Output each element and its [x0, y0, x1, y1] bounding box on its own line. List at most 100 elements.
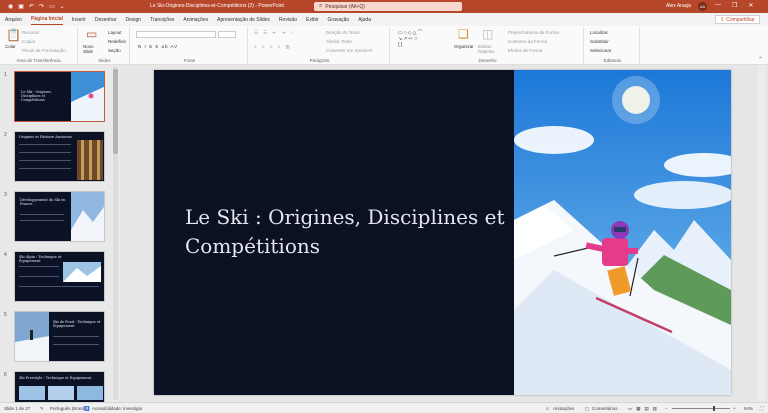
tab-animacoes[interactable]: Animações — [183, 15, 208, 25]
tab-desenhar[interactable]: Desenhar — [95, 15, 117, 25]
slides-group: ▭ Novo Slide Layout Redefinir Seção Slid… — [80, 27, 130, 64]
arrange-icon[interactable]: ❏ — [458, 28, 469, 40]
undo-icon[interactable]: ↶ — [29, 4, 34, 10]
text-direction-button[interactable]: Direção do Texto — [326, 30, 360, 35]
fit-slide-icon[interactable]: ⛶ — [760, 406, 763, 411]
zoom-slider[interactable] — [672, 406, 730, 411]
close-icon[interactable]: ✕ — [748, 2, 753, 9]
tab-design[interactable]: Design — [126, 15, 142, 25]
quick-styles-icon[interactable]: ◫ — [482, 28, 493, 40]
tab-inserir[interactable]: Inserir — [72, 15, 86, 25]
new-slide-button[interactable]: Novo Slide — [83, 44, 97, 54]
customize-icon[interactable]: ⌄ — [60, 4, 65, 10]
share-button[interactable]: ⇪ Compartilhar — [715, 15, 760, 24]
comments-button[interactable]: Comentários — [592, 406, 618, 411]
window-controls: — ❐ ✕ — [715, 2, 753, 9]
font-name-field[interactable] — [136, 31, 216, 38]
tab-ajuda[interactable]: Ajuda — [358, 15, 371, 25]
select-button[interactable]: Selecionar — [590, 48, 611, 53]
align-text-button[interactable]: Alinhar Texto — [326, 39, 352, 44]
list-buttons[interactable]: ☰ ☰ ⇤ ⇥ ↕ — [254, 30, 295, 36]
thumbnail-number: 6 — [4, 372, 7, 378]
thumbnail-title: Le Ski : Origines, Disciplines et Compét… — [21, 90, 52, 102]
scrollbar-handle[interactable] — [113, 69, 118, 154]
convert-smartart-button[interactable]: Converter em SmartArt — [326, 48, 372, 53]
present-icon[interactable]: ▭ — [49, 4, 55, 10]
format-painter-button[interactable]: Pincel de Formatação — [22, 48, 66, 53]
accessibility-icon[interactable]: ♿ — [84, 406, 90, 412]
slide-thumbnail-4[interactable]: Ski Alpin : Technique et Équipement — [14, 251, 105, 302]
thumbnail-title: Développement du Ski en France — [20, 198, 66, 206]
thumbnail-image — [77, 140, 103, 180]
cut-button[interactable]: Recortar — [22, 30, 39, 35]
slide-thumbnail-1[interactable]: Le Ski : Origines, Disciplines et Compét… — [14, 71, 105, 122]
text-line — [20, 214, 64, 215]
notes-button[interactable]: Anotações — [553, 406, 574, 411]
shape-fill-button[interactable]: Preenchimento da Forma — [508, 30, 559, 35]
shapes-gallery[interactable]: ▭○◇△⌒↘↗⇨☆{} — [398, 30, 424, 48]
drawing-group: ▭○◇△⌒↘↗⇨☆{} ❏ Organizar ◫ Estilos Rápido… — [392, 27, 584, 64]
text-line — [19, 286, 99, 287]
tab-exibir[interactable]: Exibir — [306, 15, 319, 25]
thumbnail-number: 5 — [4, 312, 7, 318]
slide-thumbnail-2[interactable]: Origines et Histoire Ancienne — [14, 131, 105, 182]
quick-styles-button[interactable]: Estilos Rápidos — [478, 44, 498, 54]
slide-thumbnail-3[interactable]: Développement du Ski en France — [14, 191, 105, 242]
autosave-icon[interactable]: ◉ — [8, 4, 13, 10]
skier-image[interactable] — [514, 70, 731, 395]
editing-group: Localizar Substituir Selecionar Editando — [586, 27, 640, 64]
slide-thumbnail-6[interactable]: Ski Freestyle : Technique et Équipement — [14, 371, 105, 402]
save-icon[interactable]: ▣ — [18, 4, 24, 10]
find-button[interactable]: Localizar — [590, 30, 608, 35]
zoom-in-icon[interactable]: + — [733, 406, 736, 411]
tab-apresentacao[interactable]: Apresentação de Slides — [217, 15, 270, 25]
ribbon: 📋 Colar Recortar Copiar Pincel de Format… — [0, 26, 768, 65]
align-buttons[interactable]: ≡ ≡ ≡ ≡ ▥ — [254, 44, 292, 50]
user-name[interactable]: Alex Araujo — [666, 3, 691, 9]
slide-title[interactable]: Le Ski : Origines, Disciplines et Compét… — [185, 203, 505, 261]
redo-icon[interactable]: ↷ — [39, 4, 44, 10]
layout-button[interactable]: Layout — [108, 30, 122, 35]
avatar[interactable]: AA — [698, 2, 707, 11]
text-line — [19, 168, 71, 169]
new-slide-icon[interactable]: ▭ — [86, 28, 97, 40]
zoom-slider-knob[interactable] — [713, 406, 715, 411]
slide-thumbnail-5[interactable]: Ski de Fond : Technique et Équipement — [14, 311, 105, 362]
replace-button[interactable]: Substituir — [590, 39, 609, 44]
tab-arquivo[interactable]: Arquivo — [5, 15, 22, 25]
search-icon: ⌕ — [319, 3, 323, 9]
arrange-button[interactable]: Organizar — [454, 44, 474, 49]
zoom-out-icon[interactable]: − — [665, 406, 668, 411]
tab-transicoes[interactable]: Transições — [150, 15, 174, 25]
copy-button[interactable]: Copiar — [22, 39, 35, 44]
comments-icon[interactable]: ▢ — [585, 406, 589, 412]
thumbnails-scrollbar[interactable] — [113, 67, 118, 400]
thumbnail-number: 2 — [4, 132, 7, 138]
paste-button[interactable]: Colar — [5, 44, 16, 49]
accessibility-status[interactable]: Acessibilidade: investigar — [92, 406, 143, 411]
language[interactable]: Português (Brasil) — [50, 406, 86, 411]
thumbnail-image — [19, 386, 103, 400]
editor-scrollbar[interactable] — [757, 65, 765, 402]
text-line — [19, 144, 71, 145]
view-buttons[interactable]: ▭▦▤▥ — [628, 406, 661, 412]
thumbnail-image — [71, 192, 104, 241]
font-format-buttons[interactable]: N I S S ab AV — [138, 44, 178, 49]
paste-icon[interactable]: 📋 — [6, 29, 21, 41]
spellcheck-icon[interactable]: ✎ — [40, 406, 44, 412]
shape-effects-button[interactable]: Efeitos de Forma — [508, 48, 542, 53]
zoom-level[interactable]: 94% — [744, 406, 753, 411]
search-box[interactable]: ⌕ Pesquisar (Alt+Q) — [314, 2, 462, 11]
tab-gravacao[interactable]: Gravação — [328, 15, 350, 25]
shape-outline-button[interactable]: Contorno da Forma — [508, 39, 547, 44]
section-button[interactable]: Seção — [108, 48, 121, 53]
reset-button[interactable]: Redefinir — [108, 39, 126, 44]
tab-revisao[interactable]: Revisão — [279, 15, 297, 25]
tab-pagina-inicial[interactable]: Página Inicial — [30, 14, 63, 25]
notes-icon[interactable]: ≡ — [546, 406, 549, 411]
current-slide[interactable]: Le Ski : Origines, Disciplines et Compét… — [154, 70, 731, 395]
minimize-icon[interactable]: — — [715, 2, 721, 9]
font-size-field[interactable] — [218, 31, 236, 38]
collapse-ribbon-icon[interactable]: ⌃ — [758, 56, 763, 63]
restore-icon[interactable]: ❐ — [732, 2, 737, 9]
